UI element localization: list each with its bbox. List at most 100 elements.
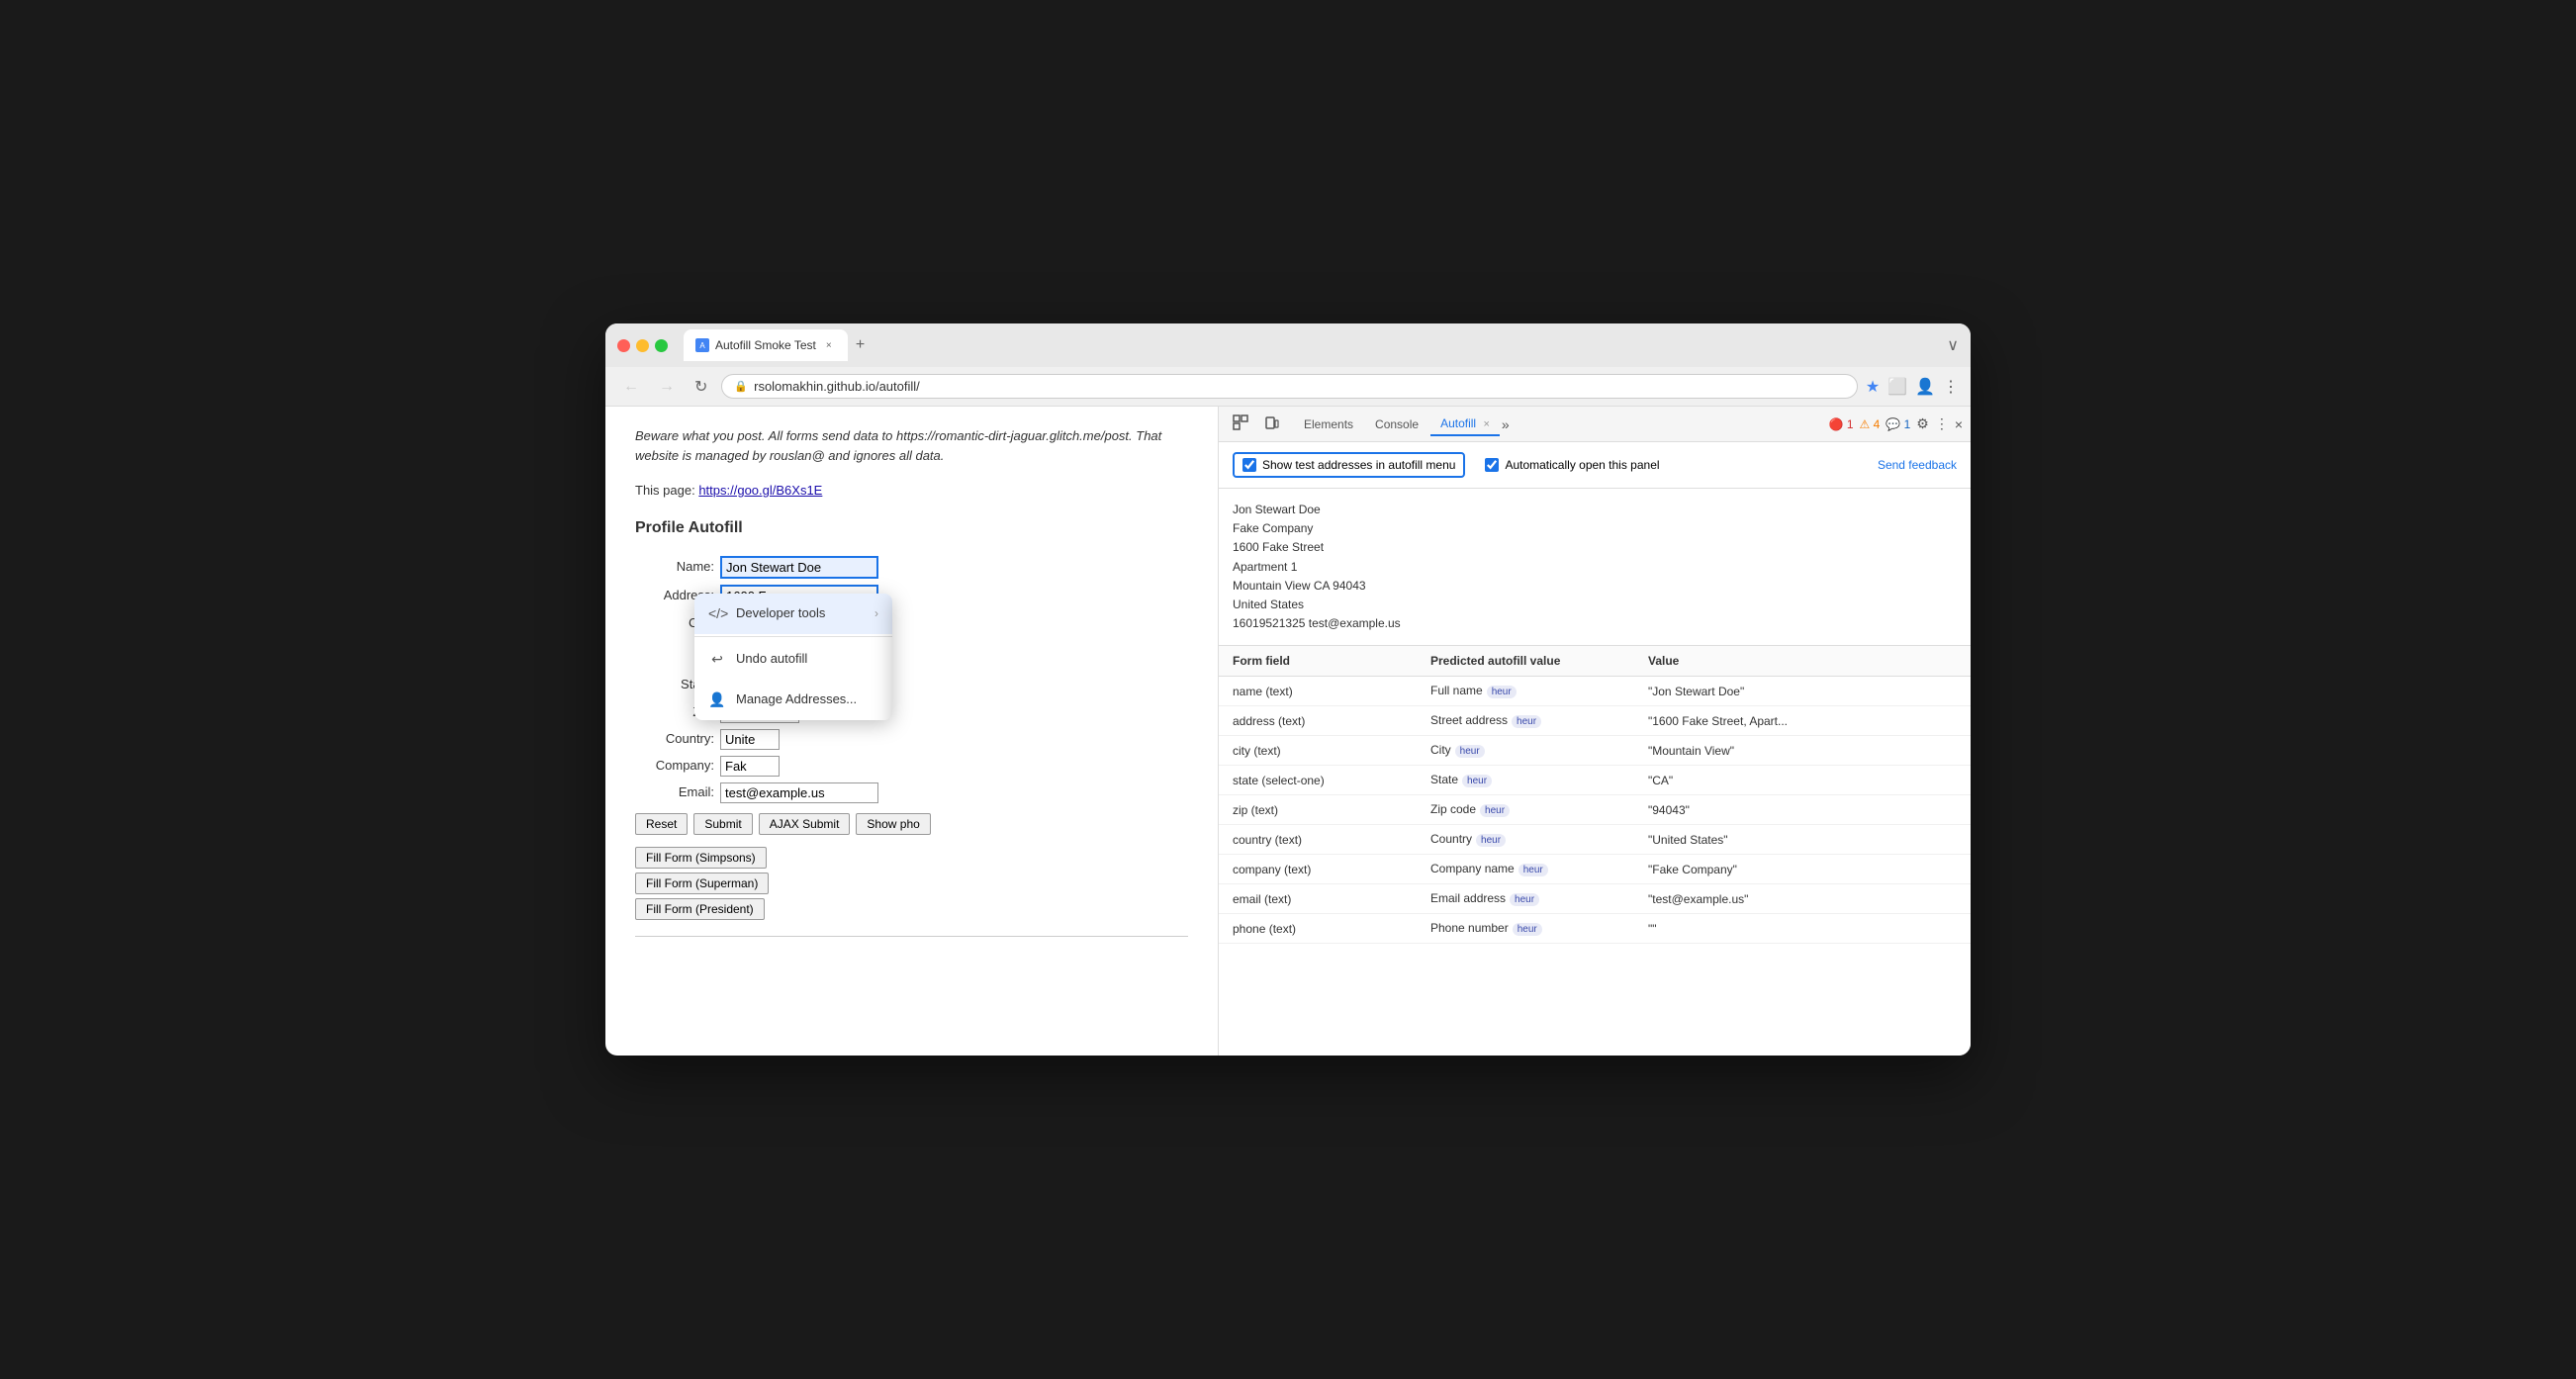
col-header-value: Value — [1634, 646, 1971, 677]
more-tabs-button[interactable]: » — [1502, 416, 1510, 432]
preview-name: Jon Stewart Doe — [1233, 501, 1957, 519]
predicted-cell: Countryheur — [1417, 825, 1634, 855]
predicted-cell: Street addressheur — [1417, 706, 1634, 736]
autofill-panel-content: Show test addresses in autofill menu Aut… — [1219, 442, 1971, 1056]
undo-autofill-menu-item[interactable]: ↩ Undo autofill — [694, 639, 892, 680]
heur-badge: heur — [1487, 686, 1517, 698]
value-cell: "Mountain View" — [1634, 736, 1971, 766]
error-indicator: 🔴 1 — [1829, 417, 1854, 431]
country-label: Country: — [635, 729, 714, 749]
page-link-line: This page: https://goo.gl/B6Xs1E — [635, 481, 1188, 501]
field-cell: phone (text) — [1219, 914, 1417, 944]
developer-tools-menu-item[interactable]: </> Developer tools › Test address by co… — [694, 594, 892, 634]
show-test-addresses-checkbox[interactable] — [1242, 458, 1256, 472]
field-cell: address (text) — [1219, 706, 1417, 736]
auto-open-label: Automatically open this panel — [1485, 458, 1659, 472]
name-input[interactable] — [720, 556, 878, 579]
device-toggle-button[interactable] — [1258, 411, 1286, 437]
heur-badge: heur — [1513, 923, 1542, 936]
country-input[interactable] — [720, 729, 780, 750]
dropdown-overlay: City: </> Developer tools › Test address… — [635, 613, 1188, 634]
table-row: email (text)Email addressheur"test@examp… — [1219, 884, 1971, 914]
col-header-field: Form field — [1219, 646, 1417, 677]
show-test-addresses-label: Show test addresses in autofill menu — [1233, 452, 1465, 478]
page-title: Profile Autofill — [635, 516, 1188, 540]
autofill-tab-close[interactable]: × — [1483, 418, 1489, 430]
refresh-button[interactable]: ↻ — [689, 373, 713, 401]
field-cell: company (text) — [1219, 855, 1417, 884]
preview-company: Fake Company — [1233, 519, 1957, 538]
preview-phone-email: 16019521325 test@example.us — [1233, 614, 1957, 633]
predicted-cell: Phone numberheur — [1417, 914, 1634, 944]
page-divider — [635, 936, 1188, 937]
manage-addresses-menu-item[interactable]: 👤 Manage Addresses... — [694, 680, 892, 720]
show-pho-button[interactable]: Show pho — [856, 813, 930, 835]
undo-icon: ↩ — [708, 649, 726, 670]
autofill-header: Show test addresses in autofill menu Aut… — [1219, 442, 1971, 489]
main-area: Beware what you post. All forms send dat… — [605, 407, 1971, 1056]
close-traffic-light[interactable] — [617, 339, 630, 352]
menu-button[interactable]: ⋮ — [1943, 377, 1959, 397]
send-feedback-link[interactable]: Send feedback — [1878, 458, 1957, 472]
name-field-group: Name: — [635, 556, 1188, 579]
field-cell: country (text) — [1219, 825, 1417, 855]
page-content: Beware what you post. All forms send dat… — [605, 407, 1219, 1056]
devtools-toolbar: Elements Console Autofill × » 🔴 1 ⚠ 4 💬 … — [1219, 407, 1971, 442]
preview-city-state: Mountain View CA 94043 — [1233, 577, 1957, 596]
extensions-button[interactable]: ⬜ — [1887, 377, 1907, 397]
warning-text: Beware what you post. All forms send dat… — [635, 426, 1188, 465]
tab-bar: A Autofill Smoke Test × + — [684, 329, 1939, 361]
email-input[interactable] — [720, 782, 878, 803]
fill-superman-button[interactable]: Fill Form (Superman) — [635, 873, 769, 894]
submenu-arrow-icon: › — [874, 604, 878, 622]
maximize-traffic-light[interactable] — [655, 339, 668, 352]
settings-button[interactable]: ⚙ — [1916, 415, 1929, 432]
devtools-menu-button[interactable]: ⋮ — [1935, 415, 1949, 432]
value-cell: "1600 Fake Street, Apart... — [1634, 706, 1971, 736]
submit-button[interactable]: Submit — [693, 813, 752, 835]
fill-president-button[interactable]: Fill Form (President) — [635, 898, 765, 920]
field-cell: city (text) — [1219, 736, 1417, 766]
table-body: name (text)Full nameheur"Jon Stewart Doe… — [1219, 677, 1971, 944]
company-label: Company: — [635, 756, 714, 776]
fill-simpsons-button[interactable]: Fill Form (Simpsons) — [635, 847, 767, 869]
tab-autofill[interactable]: Autofill × — [1430, 413, 1500, 436]
tab-console[interactable]: Console — [1365, 414, 1428, 435]
devtools-close-button[interactable]: × — [1955, 416, 1963, 432]
minimize-traffic-light[interactable] — [636, 339, 649, 352]
table-row: state (select-one)Stateheur"CA" — [1219, 766, 1971, 795]
devtools-panel: Elements Console Autofill × » 🔴 1 ⚠ 4 💬 … — [1219, 407, 1971, 1056]
url-text: rsolomakhin.github.io/autofill/ — [754, 379, 920, 394]
company-input[interactable] — [720, 756, 780, 777]
value-cell: "Fake Company" — [1634, 855, 1971, 884]
developer-tools-icon: </> — [708, 603, 726, 624]
value-cell: "94043" — [1634, 795, 1971, 825]
profile-button[interactable]: 👤 — [1915, 377, 1935, 397]
tab-elements[interactable]: Elements — [1294, 414, 1363, 435]
ajax-submit-button[interactable]: AJAX Submit — [759, 813, 851, 835]
value-cell: "CA" — [1634, 766, 1971, 795]
auto-open-checkbox[interactable] — [1485, 458, 1499, 472]
page-link[interactable]: https://goo.gl/B6Xs1E — [698, 483, 822, 498]
heur-badge: heur — [1510, 893, 1539, 906]
heur-badge: heur — [1512, 715, 1541, 728]
table-row: company (text)Company nameheur"Fake Comp… — [1219, 855, 1971, 884]
reset-button[interactable]: Reset — [635, 813, 688, 835]
inspect-icon-button[interactable] — [1227, 411, 1254, 437]
devtools-tabs: Elements Console Autofill × » — [1294, 413, 1825, 436]
tab-close-button[interactable]: × — [822, 338, 836, 352]
predicted-cell: Stateheur — [1417, 766, 1634, 795]
window-menu-button[interactable]: ∨ — [1947, 335, 1959, 355]
autofill-table: Form field Predicted autofill value Valu… — [1219, 646, 1971, 1056]
preview-street: 1600 Fake Street — [1233, 538, 1957, 557]
back-button[interactable]: ← — [617, 374, 645, 400]
field-cell: name (text) — [1219, 677, 1417, 706]
url-bar[interactable]: 🔒 rsolomakhin.github.io/autofill/ — [721, 374, 1857, 399]
table-row: city (text)Cityheur"Mountain View" — [1219, 736, 1971, 766]
menu-divider-1 — [694, 636, 892, 637]
traffic-lights — [617, 339, 668, 352]
active-tab[interactable]: A Autofill Smoke Test × — [684, 329, 848, 361]
new-tab-button[interactable]: + — [852, 332, 869, 358]
bookmark-button[interactable]: ★ — [1866, 377, 1880, 397]
forward-button[interactable]: → — [653, 374, 681, 400]
